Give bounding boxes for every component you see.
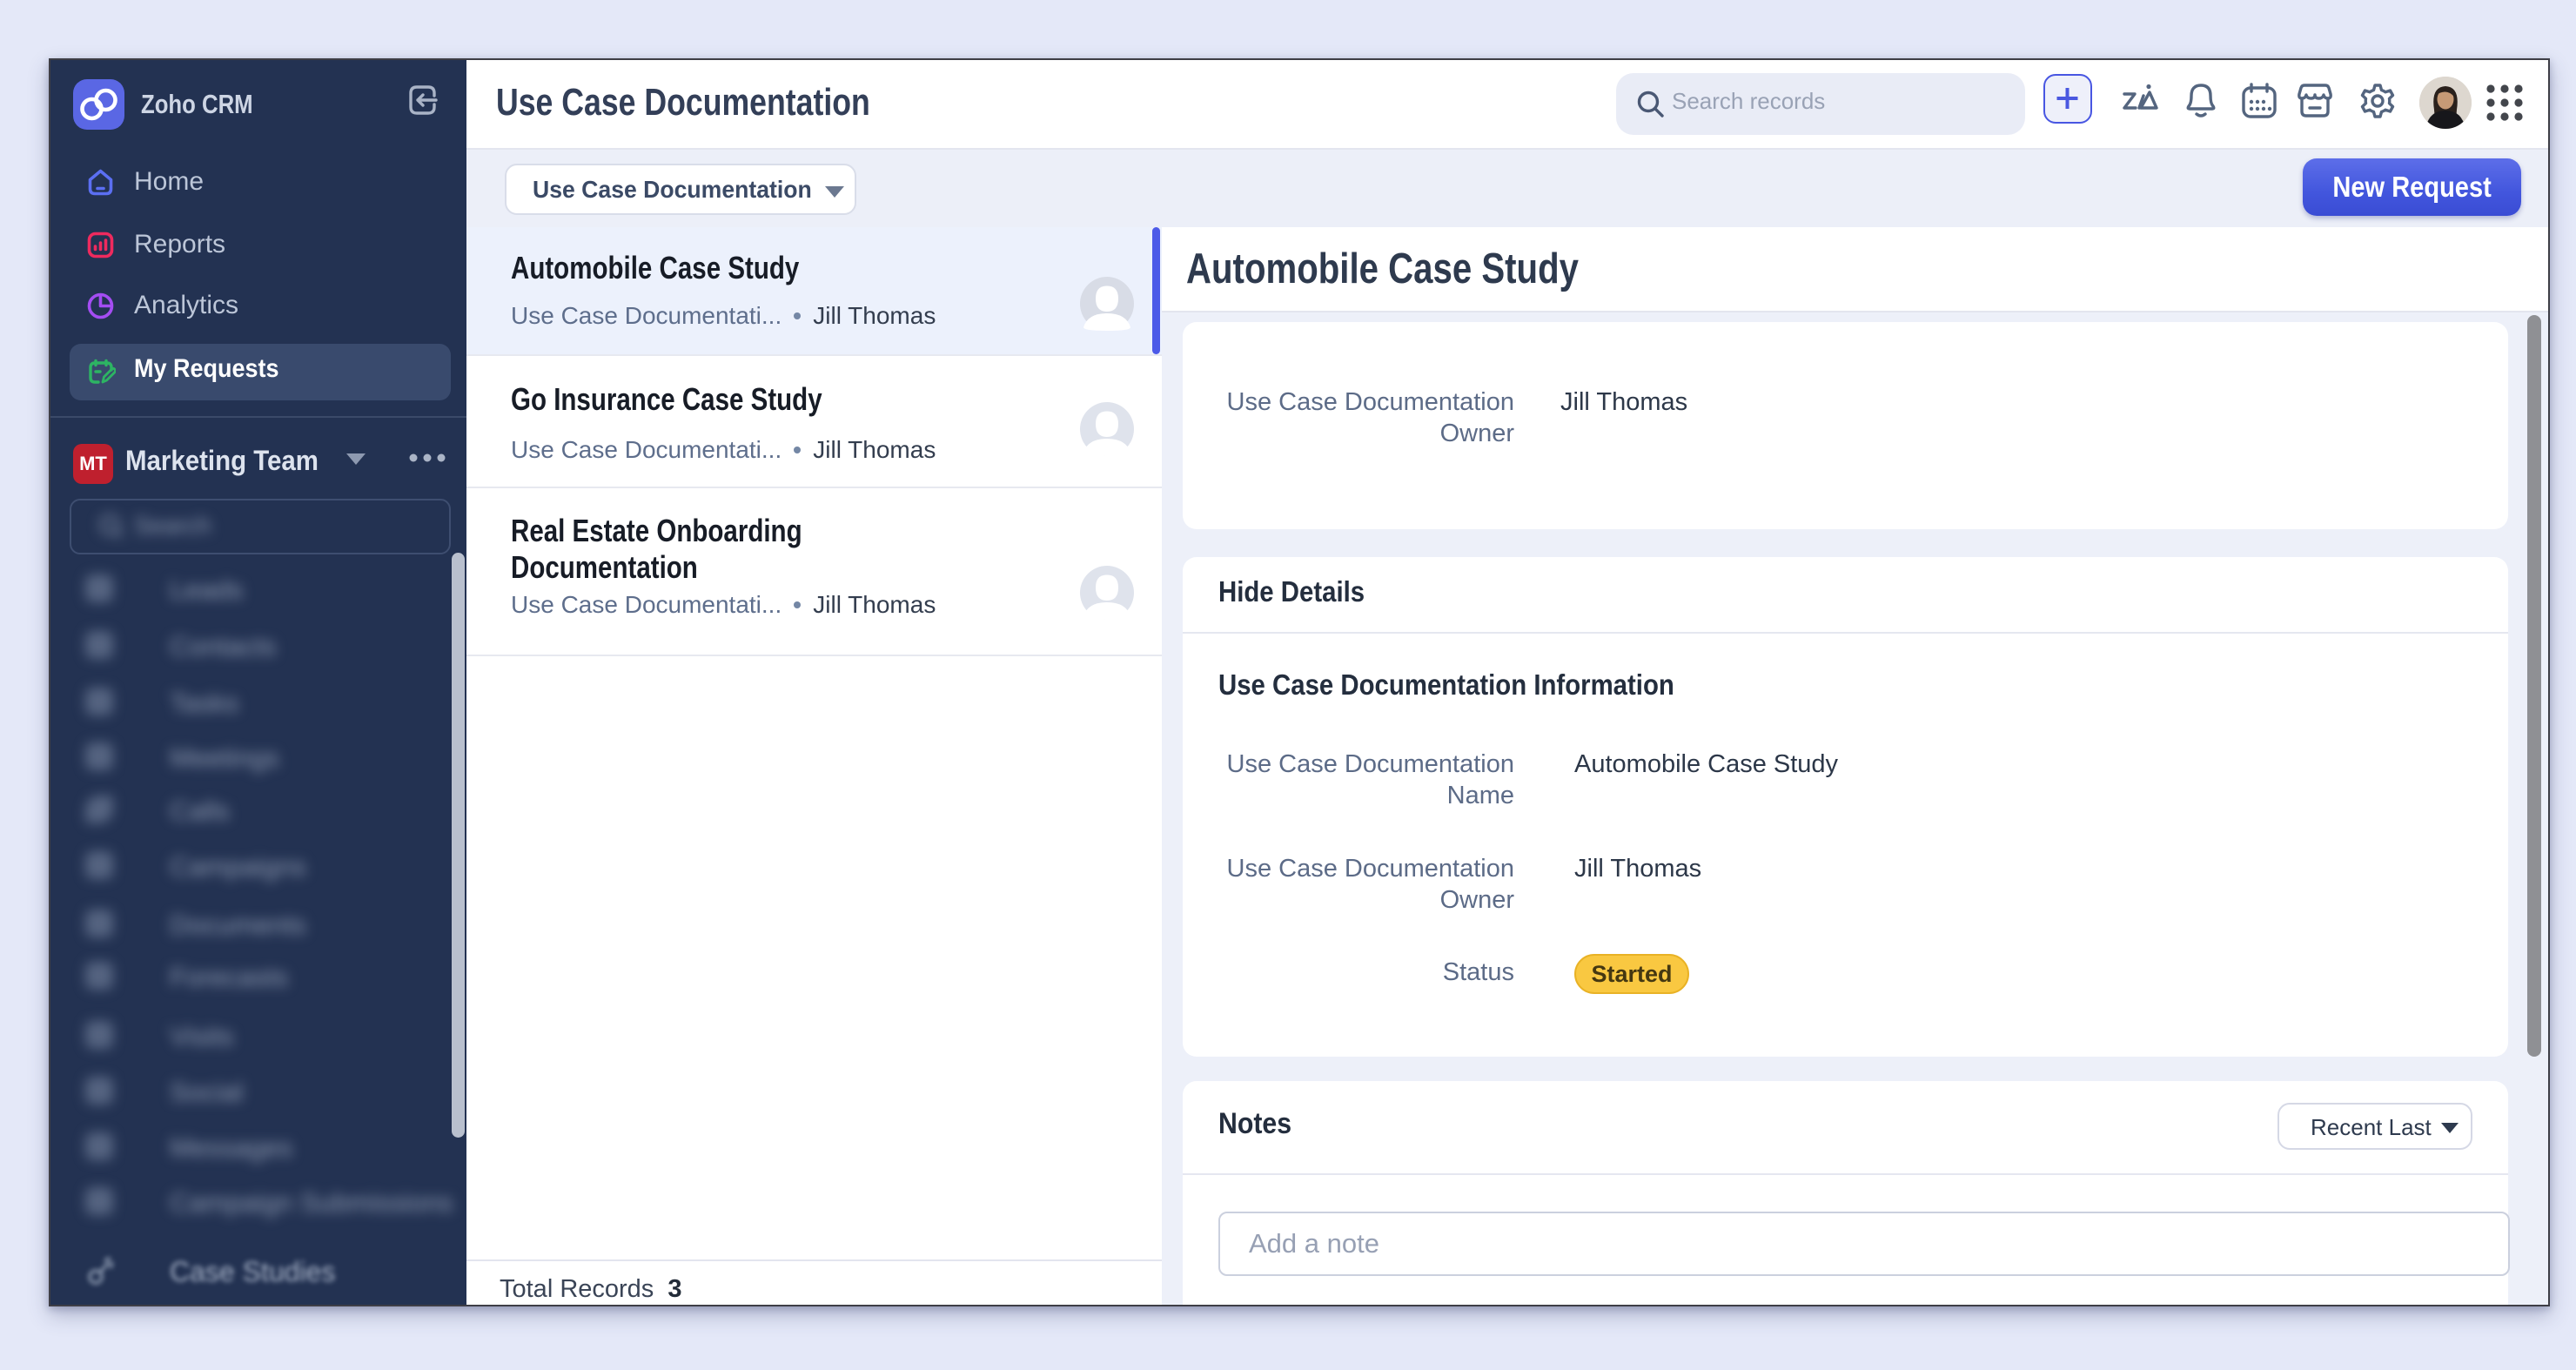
svg-text:Search: Search	[134, 512, 211, 539]
